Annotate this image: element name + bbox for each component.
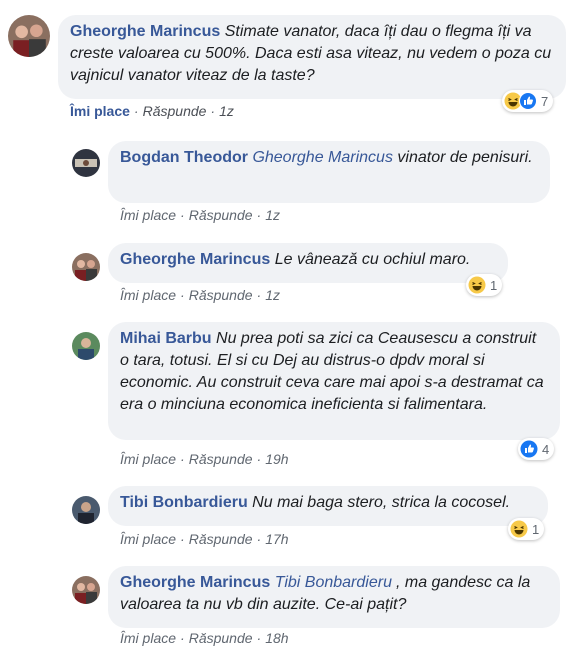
like-link[interactable]: Îmi place: [120, 630, 176, 646]
separator: ·: [180, 531, 185, 547]
author-name[interactable]: Gheorghe Marincus: [120, 574, 270, 591]
reply-link[interactable]: Răspunde: [189, 287, 253, 303]
haha-icon: [468, 276, 486, 294]
reaction-count: 7: [541, 93, 549, 109]
comment-bubble: Gheorghe Marincus Le vânează cu ochiul m…: [108, 243, 508, 283]
comment-bubble: Mihai Barbu Nu prea poti sa zici ca Ceau…: [108, 322, 560, 440]
avatar[interactable]: [72, 332, 100, 360]
like-icon: [519, 92, 537, 110]
separator: ·: [180, 451, 185, 467]
comment-actions: Îmi place · Răspunde · 17h: [120, 531, 289, 547]
mention-link[interactable]: Tibi Bonbardieru: [275, 574, 392, 591]
reaction-summary[interactable]: 1: [466, 274, 503, 296]
avatar[interactable]: [8, 15, 50, 57]
timestamp[interactable]: 18h: [265, 630, 288, 646]
like-icon: [520, 440, 538, 458]
like-link[interactable]: Îmi place: [120, 287, 176, 303]
mention-link[interactable]: Gheorghe Marincus: [252, 149, 393, 166]
separator: ·: [256, 207, 262, 223]
author-name[interactable]: Gheorghe Marincus: [70, 23, 220, 40]
separator: ·: [180, 207, 185, 223]
comment-text: Le vânează cu ochiul maro.: [274, 251, 471, 268]
separator: ·: [256, 287, 262, 303]
comment-actions: Îmi place · Răspunde · 18h: [120, 630, 289, 646]
author-name[interactable]: Tibi Bonbardieru: [120, 494, 248, 511]
reply-link[interactable]: Răspunde: [189, 531, 253, 547]
timestamp[interactable]: 1z: [219, 103, 234, 119]
separator: ·: [256, 531, 262, 547]
timestamp[interactable]: 1z: [265, 207, 280, 223]
comment-bubble: Tibi Bonbardieru Nu mai baga stero, stri…: [108, 486, 548, 526]
author-name[interactable]: Bogdan Theodor: [120, 149, 248, 166]
comment-bubble: Gheorghe Marincus Tibi Bonbardieru, ma g…: [108, 566, 560, 628]
haha-icon: [510, 520, 528, 538]
separator: ·: [180, 630, 185, 646]
avatar[interactable]: [72, 496, 100, 524]
like-link[interactable]: Îmi place: [120, 531, 176, 547]
separator: ·: [133, 103, 139, 119]
avatar[interactable]: [72, 253, 100, 281]
separator: ·: [180, 287, 185, 303]
timestamp[interactable]: 19h: [265, 451, 288, 467]
reaction-summary[interactable]: 1: [508, 518, 545, 540]
reaction-summary[interactable]: 7: [502, 90, 554, 112]
like-link[interactable]: Îmi place: [70, 103, 130, 119]
reply-link[interactable]: Răspunde: [189, 630, 253, 646]
comment-bubble: Gheorghe Marincus Stimate vanator, daca …: [58, 15, 566, 99]
avatar[interactable]: [72, 576, 100, 604]
separator: ·: [210, 103, 216, 119]
comment-text: Nu mai baga stero, strica la cocosel.: [252, 494, 511, 511]
reaction-count: 4: [542, 441, 550, 457]
separator: ·: [256, 630, 262, 646]
timestamp[interactable]: 1z: [265, 287, 280, 303]
comment-actions: Îmi place · Răspunde · 1z: [70, 103, 234, 119]
reaction-count: 1: [490, 277, 498, 293]
comment-bubble: Bogdan Theodor Gheorghe Marincus vinator…: [108, 141, 550, 203]
author-name[interactable]: Mihai Barbu: [120, 330, 212, 347]
reply-link[interactable]: Răspunde: [189, 451, 253, 467]
comment-text: vinator de penisuri.: [397, 149, 533, 166]
avatar[interactable]: [72, 149, 100, 177]
separator: ·: [256, 451, 262, 467]
comment-actions: Îmi place · Răspunde · 19h: [120, 451, 289, 467]
reply-link[interactable]: Răspunde: [143, 103, 207, 119]
reaction-summary[interactable]: 4: [518, 438, 555, 460]
author-name[interactable]: Gheorghe Marincus: [120, 251, 270, 268]
reaction-count: 1: [532, 521, 540, 537]
comment-actions: Îmi place · Răspunde · 1z: [120, 207, 280, 223]
reply-link[interactable]: Răspunde: [189, 207, 253, 223]
comment-actions: Îmi place · Răspunde · 1z: [120, 287, 280, 303]
like-link[interactable]: Îmi place: [120, 207, 176, 223]
timestamp[interactable]: 17h: [265, 531, 288, 547]
like-link[interactable]: Îmi place: [120, 451, 176, 467]
